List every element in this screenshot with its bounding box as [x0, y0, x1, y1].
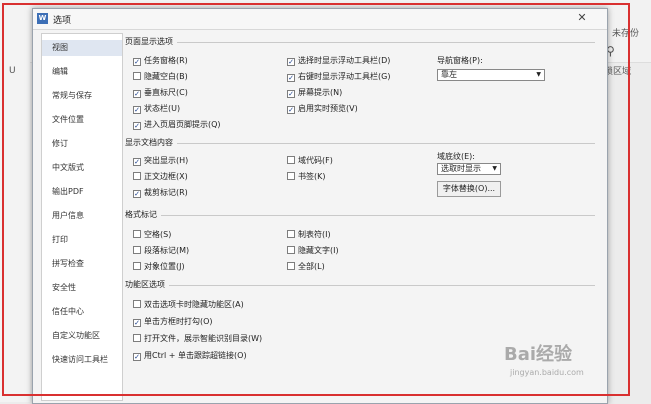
- checkbox-field-codes[interactable]: 域代码(F): [287, 155, 333, 167]
- dialog-titlebar: W 选项 ✕: [33, 9, 607, 30]
- checkbox-box: ✓: [133, 106, 141, 114]
- checkbox-box: ✓: [133, 353, 141, 361]
- checkbox-screen-tips[interactable]: ✓ 屏幕提示(N): [287, 87, 342, 99]
- checkbox-box: [133, 246, 141, 254]
- section-title: 页面显示选项: [125, 36, 177, 47]
- cursor-icon: U: [9, 66, 16, 76]
- sidebar-item-file-location[interactable]: 文件位置: [42, 112, 122, 128]
- checkbox-box: ✓: [133, 90, 141, 98]
- font-substitution-button[interactable]: 字体替换(O)...: [437, 181, 501, 197]
- sidebar-item-spell-check[interactable]: 拼写检查: [42, 256, 122, 272]
- checkbox-task-pane[interactable]: ✓ 任务窗格(R): [133, 55, 188, 67]
- checkbox-box: [133, 262, 141, 270]
- checkbox-box: ✓: [133, 58, 141, 66]
- section-page-display: 页面显示选项: [125, 36, 595, 48]
- watermark-logo: Bai经验: [504, 344, 573, 365]
- checkbox-box: [287, 246, 295, 254]
- checkbox-box: ✓: [133, 319, 141, 327]
- sidebar-item-output-pdf[interactable]: 输出PDF: [42, 184, 122, 200]
- sidebar-item-security[interactable]: 安全性: [42, 280, 122, 296]
- sidebar-item-custom-ribbon[interactable]: 自定义功能区: [42, 328, 122, 344]
- checkbox-box: [287, 230, 295, 238]
- checkbox-text-border[interactable]: 正文边框(X): [133, 171, 188, 183]
- checkbox-tab-chars[interactable]: 制表符(I): [287, 229, 331, 241]
- checkbox-box: [287, 156, 295, 164]
- checkbox-hidden-text[interactable]: 隐藏文字(I): [287, 245, 339, 257]
- checkbox-box: [133, 230, 141, 238]
- sidebar-item-general-save[interactable]: 常规与保存: [42, 88, 122, 104]
- checkbox-click-to-tick[interactable]: ✓ 单击方框时打勾(O): [133, 316, 213, 328]
- nav-pane-label: 导航窗格(P):: [437, 56, 483, 65]
- wps-app-icon: W: [37, 13, 48, 24]
- section-title: 功能区选项: [125, 279, 169, 290]
- checkbox-box: [133, 72, 141, 80]
- checkbox-ctrl-click-hyperlink[interactable]: ✓ 用Ctrl + 单击跟踪超链接(O): [133, 350, 247, 362]
- checkbox-box: ✓: [133, 158, 141, 166]
- checkbox-all-marks[interactable]: 全部(L): [287, 261, 325, 273]
- checkbox-box: ✓: [133, 190, 141, 198]
- checkbox-live-preview[interactable]: ✓ 启用实时预览(V): [287, 103, 358, 115]
- section-ribbon: 功能区选项: [125, 279, 595, 291]
- checkbox-float-toolbar-select[interactable]: ✓ 选择时显示浮动工具栏(D): [287, 55, 390, 67]
- checkbox-hide-whitespace[interactable]: 隐藏空白(B): [133, 71, 188, 83]
- checkbox-box: ✓: [287, 74, 295, 82]
- checkbox-box: ✓: [287, 106, 295, 114]
- sidebar-item-trust-center[interactable]: 信任中心: [42, 304, 122, 320]
- checkbox-object-anchors[interactable]: 对象位置(J): [133, 261, 185, 273]
- dialog-title: 选项: [53, 16, 72, 26]
- watermark-url: jingyan.baidu.com: [510, 368, 584, 377]
- section-title: 显示文档内容: [125, 137, 177, 148]
- checkbox-spaces[interactable]: 空格(S): [133, 229, 171, 241]
- chevron-down-icon: ▼: [536, 71, 541, 78]
- checkbox-paragraph-marks[interactable]: 段落标记(M): [133, 245, 189, 257]
- section-title: 格式标记: [125, 209, 161, 220]
- checkbox-crop-marks[interactable]: ✓ 裁剪标记(R): [133, 187, 188, 199]
- field-shading-label: 域底纹(E):: [437, 152, 475, 161]
- checkbox-box: ✓: [287, 90, 295, 98]
- sidebar-item-chinese-layout[interactable]: 中文版式: [42, 160, 122, 176]
- checkbox-box: ✓: [287, 58, 295, 66]
- checkbox-highlight[interactable]: ✓ 突出显示(H): [133, 155, 188, 167]
- sidebar-item-edit[interactable]: 编辑: [42, 64, 122, 80]
- checkbox-box: [287, 262, 295, 270]
- sidebar-item-print[interactable]: 打印: [42, 232, 122, 248]
- section-format-marks: 格式标记: [125, 209, 595, 221]
- doc-status-text: 未存份: [612, 29, 640, 39]
- checkbox-float-toolbar-rightclick[interactable]: ✓ 右键时显示浮动工具栏(G): [287, 71, 390, 83]
- checkbox-box: [133, 300, 141, 308]
- app-left-margin: [0, 0, 30, 402]
- checkbox-box: ✓: [133, 122, 141, 130]
- close-icon[interactable]: ✕: [575, 11, 589, 25]
- checkbox-header-footer-hint[interactable]: ✓ 进入页眉页脚提示(Q): [133, 119, 221, 131]
- checkbox-box: [133, 334, 141, 342]
- chevron-down-icon: ▼: [492, 165, 497, 172]
- checkbox-vertical-ruler[interactable]: ✓ 垂直标尺(C): [133, 87, 188, 99]
- checkbox-smart-toc[interactable]: 打开文件，展示智能识别目录(W): [133, 333, 262, 345]
- checkbox-bookmarks[interactable]: 书签(K): [287, 171, 326, 183]
- sidebar-item-quick-access[interactable]: 快速访问工具栏: [42, 352, 122, 368]
- options-sidebar: 视图 编辑 常规与保存 文件位置 修订 中文版式 输出PDF 用户信息 打印 拼…: [41, 33, 123, 401]
- checkbox-box: [287, 172, 295, 180]
- sidebar-item-revision[interactable]: 修订: [42, 136, 122, 152]
- checkbox-dblclick-hide-ribbon[interactable]: 双击选项卡时隐藏功能区(A): [133, 299, 244, 311]
- sidebar-item-user-info[interactable]: 用户信息: [42, 208, 122, 224]
- nav-pane-select[interactable]: 靠左 ▼: [437, 69, 545, 81]
- section-doc-content: 显示文档内容: [125, 137, 595, 149]
- sidebar-item-view[interactable]: 视图: [42, 40, 122, 56]
- field-shading-select[interactable]: 选取时显示 ▼: [437, 163, 501, 175]
- checkbox-status-bar[interactable]: ✓ 状态栏(U): [133, 103, 180, 115]
- checkbox-box: [133, 172, 141, 180]
- toolbar-button-label[interactable]: 锁区域: [604, 64, 631, 77]
